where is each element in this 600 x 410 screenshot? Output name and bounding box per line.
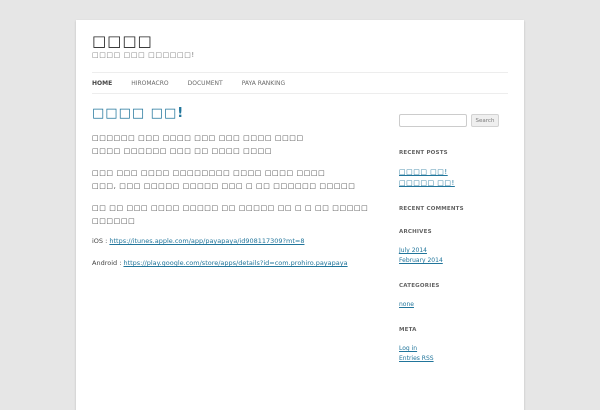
search-form: Search — [399, 114, 509, 127]
nav-item-document[interactable]: DOCUMENT — [188, 80, 223, 87]
site-description: □□□□ □□□ □□□□□□! — [92, 51, 195, 59]
ios-link-row: iOS : https://itunes.apple.com/app/payap… — [92, 237, 382, 245]
categories-widget: CATEGORIES none — [399, 283, 509, 310]
main-content: □□□□ □□! □□□□□□ □□□ □□□□ □□□ □□□ □□□□ □□… — [92, 106, 382, 281]
post-paragraph: □□□□□□ □□□ □□□□ □□□ □□□ □□□□ □□□□ □□□□ □… — [92, 134, 304, 155]
widget-title: RECENT POSTS — [399, 150, 448, 156]
widget-title: RECENT COMMENTS — [399, 206, 464, 212]
post-paragraph: □□ □□ □□□ □□□□ □□□□□ □□ □□□□□ □□ □ □ □□ … — [92, 204, 369, 225]
search-input[interactable] — [399, 114, 467, 127]
search-button[interactable]: Search — [471, 114, 499, 127]
page-container: □□□□ □□□□ □□□ □□□□□□! HOME HIROMACRO DOC… — [76, 20, 524, 410]
android-app-link[interactable]: https://play.google.com/store/apps/detai… — [123, 259, 347, 267]
ios-app-link[interactable]: https://itunes.apple.com/app/payapaya/id… — [109, 237, 304, 245]
login-link[interactable]: Log in — [399, 345, 417, 352]
sidebar: Search RECENT POSTS □□□□ □□! □□□□□ □□! R… — [399, 114, 509, 381]
android-link-row: Android : https://play.google.com/store/… — [92, 259, 382, 267]
nav-item-home[interactable]: HOME — [92, 80, 112, 87]
post-paragraph: □□□ □□□ □□□□ □□□□□□□□ □□□□ □□□□ □□□□ □□□… — [92, 169, 356, 190]
nav-item-hiromacro[interactable]: HIROMACRO — [131, 80, 168, 87]
recent-comments-widget: RECENT COMMENTS — [399, 206, 509, 212]
post-title[interactable]: □□□□ □□! — [92, 106, 382, 121]
widget-title: CATEGORIES — [399, 283, 440, 289]
widget-title: ARCHIVES — [399, 229, 432, 235]
main-navigation: HOME HIROMACRO DOCUMENT PAYA RANKING — [92, 72, 508, 94]
site-title[interactable]: □□□□ — [92, 32, 153, 50]
recent-post-link[interactable]: □□□□□ □□! — [399, 179, 455, 187]
archives-widget: ARCHIVES July 2014 February 2014 — [399, 229, 509, 266]
nav-item-paya-ranking[interactable]: PAYA RANKING — [242, 80, 285, 87]
recent-posts-widget: RECENT POSTS □□□□ □□! □□□□□ □□! — [399, 150, 509, 189]
category-link[interactable]: none — [399, 301, 414, 308]
recent-post-link[interactable]: □□□□ □□! — [399, 168, 448, 176]
entries-rss-link[interactable]: Entries RSS — [399, 355, 434, 362]
android-label: Android : — [92, 259, 124, 267]
archive-link[interactable]: February 2014 — [399, 257, 443, 264]
meta-widget: META Log in Entries RSS — [399, 327, 509, 364]
ios-label: iOS : — [92, 237, 110, 245]
widget-title: META — [399, 327, 417, 333]
archive-link[interactable]: July 2014 — [399, 247, 427, 254]
